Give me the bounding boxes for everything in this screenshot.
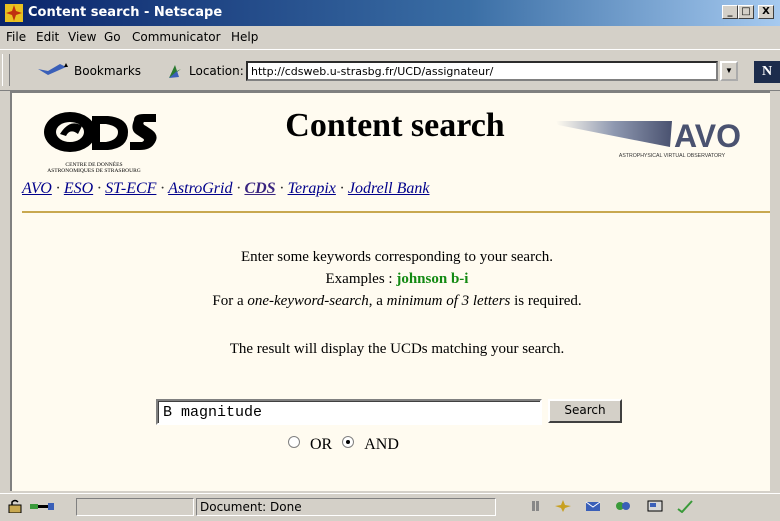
partner-nav: AVO · ESO · ST-ECF · AstroGrid · CDS · T… bbox=[22, 180, 430, 197]
nav-link-avo[interactable]: AVO bbox=[22, 180, 52, 197]
connection-icon bbox=[30, 503, 54, 510]
search-mode-radios: OR AND bbox=[288, 436, 399, 454]
location-label: Location: bbox=[189, 64, 244, 78]
mail-icon[interactable] bbox=[584, 499, 602, 513]
nav-link-jodrell-bank[interactable]: Jodrell Bank bbox=[348, 180, 430, 197]
nav-link-eso[interactable]: ESO bbox=[64, 180, 93, 197]
avo-logo-subtitle: ASTROPHYSICAL VIRTUAL OBSERVATORY bbox=[619, 153, 726, 159]
line3-one-keyword: one-keyword-search bbox=[247, 293, 369, 309]
line3-min-letters: minimum of 3 letters bbox=[386, 293, 511, 309]
search-input[interactable]: B magnitude bbox=[156, 399, 542, 425]
nav-link-astrogrid[interactable]: AstroGrid bbox=[168, 180, 232, 197]
navigator-icon[interactable] bbox=[554, 499, 572, 513]
status-bar: Document: Done bbox=[0, 493, 780, 521]
line3-c: , a bbox=[368, 293, 387, 309]
window-title: Content search - Netscape bbox=[28, 5, 223, 20]
status-cell bbox=[196, 498, 496, 516]
url-dropdown-button[interactable]: ▼ bbox=[720, 61, 738, 81]
avo-logo-text: AVO bbox=[674, 118, 741, 154]
progress-cell bbox=[76, 498, 194, 516]
nav-link-st-ecf[interactable]: ST-ECF bbox=[105, 180, 156, 197]
composer-icon[interactable] bbox=[646, 499, 664, 513]
title-bar: Content search - Netscape _ □ X bbox=[0, 0, 780, 26]
page-content: CENTRE DE DONNÉES ASTRONOMIQUES DE STRAS… bbox=[10, 91, 780, 491]
netscape-window: Content search - Netscape _ □ X File Edi… bbox=[0, 0, 780, 521]
menu-edit[interactable]: Edit bbox=[36, 30, 59, 44]
divider bbox=[22, 211, 770, 213]
url-input[interactable]: http://cdsweb.u-strasbg.fr/UCD/assignate… bbox=[246, 61, 718, 81]
nav-link-cds[interactable]: CDS bbox=[244, 180, 275, 197]
location-icon bbox=[169, 65, 181, 78]
minimize-button[interactable]: _ bbox=[722, 5, 738, 19]
component-bar-icon[interactable] bbox=[530, 499, 548, 513]
security-lock-icon[interactable] bbox=[6, 499, 24, 513]
cds-logo-line2: ASTRONOMIQUES DE STRASBOURG bbox=[47, 168, 141, 174]
menu-help[interactable]: Help bbox=[231, 30, 258, 44]
menu-bar: File Edit View Go Communicator Help bbox=[0, 26, 780, 48]
avo-logo[interactable]: AVO ASTROPHYSICAL VIRTUAL OBSERVATORY bbox=[552, 115, 742, 163]
examples-line: Examples : johnson b-i bbox=[12, 271, 780, 288]
cds-logo-line1: CENTRE DE DONNÉES bbox=[65, 160, 122, 168]
bookmarks-icon bbox=[38, 63, 68, 75]
instruction-line-4: The result will display the UCDs matchin… bbox=[229, 341, 565, 357]
example-keyword: johnson b-i bbox=[396, 271, 469, 287]
netscape-logo[interactable]: N bbox=[754, 61, 780, 83]
instruction-line-3: For a one-keyword-search, a minimum of 3… bbox=[12, 293, 780, 310]
menu-view[interactable]: View bbox=[68, 30, 96, 44]
search-button[interactable]: Search bbox=[548, 399, 622, 423]
radio-or-label: OR bbox=[310, 436, 333, 453]
line3-e: is required. bbox=[510, 293, 582, 309]
scrollbar-gutter bbox=[770, 91, 780, 491]
newsgroups-icon[interactable] bbox=[614, 499, 632, 513]
menu-go[interactable]: Go bbox=[104, 30, 121, 44]
nav-link-terapix[interactable]: Terapix bbox=[288, 180, 336, 197]
close-button[interactable]: X bbox=[758, 5, 774, 19]
netscape-app-icon bbox=[5, 4, 23, 22]
radio-or[interactable] bbox=[288, 436, 300, 448]
location-toolbar: Bookmarks Location: http://cdsweb.u-stra… bbox=[0, 49, 780, 91]
radio-and-label: AND bbox=[364, 436, 399, 453]
menu-communicator[interactable]: Communicator bbox=[132, 30, 221, 44]
line3-a: For a bbox=[212, 293, 248, 309]
examples-prefix: Examples : bbox=[325, 271, 393, 287]
menu-file[interactable]: File bbox=[6, 30, 26, 44]
bookmarks-button[interactable]: Bookmarks bbox=[74, 64, 141, 78]
toolbar-grip[interactable] bbox=[2, 54, 10, 86]
signed-icon[interactable] bbox=[676, 499, 694, 513]
maximize-button[interactable]: □ bbox=[738, 5, 754, 19]
instruction-line-1: Enter some keywords corresponding to you… bbox=[241, 249, 553, 265]
radio-and[interactable] bbox=[342, 436, 355, 448]
